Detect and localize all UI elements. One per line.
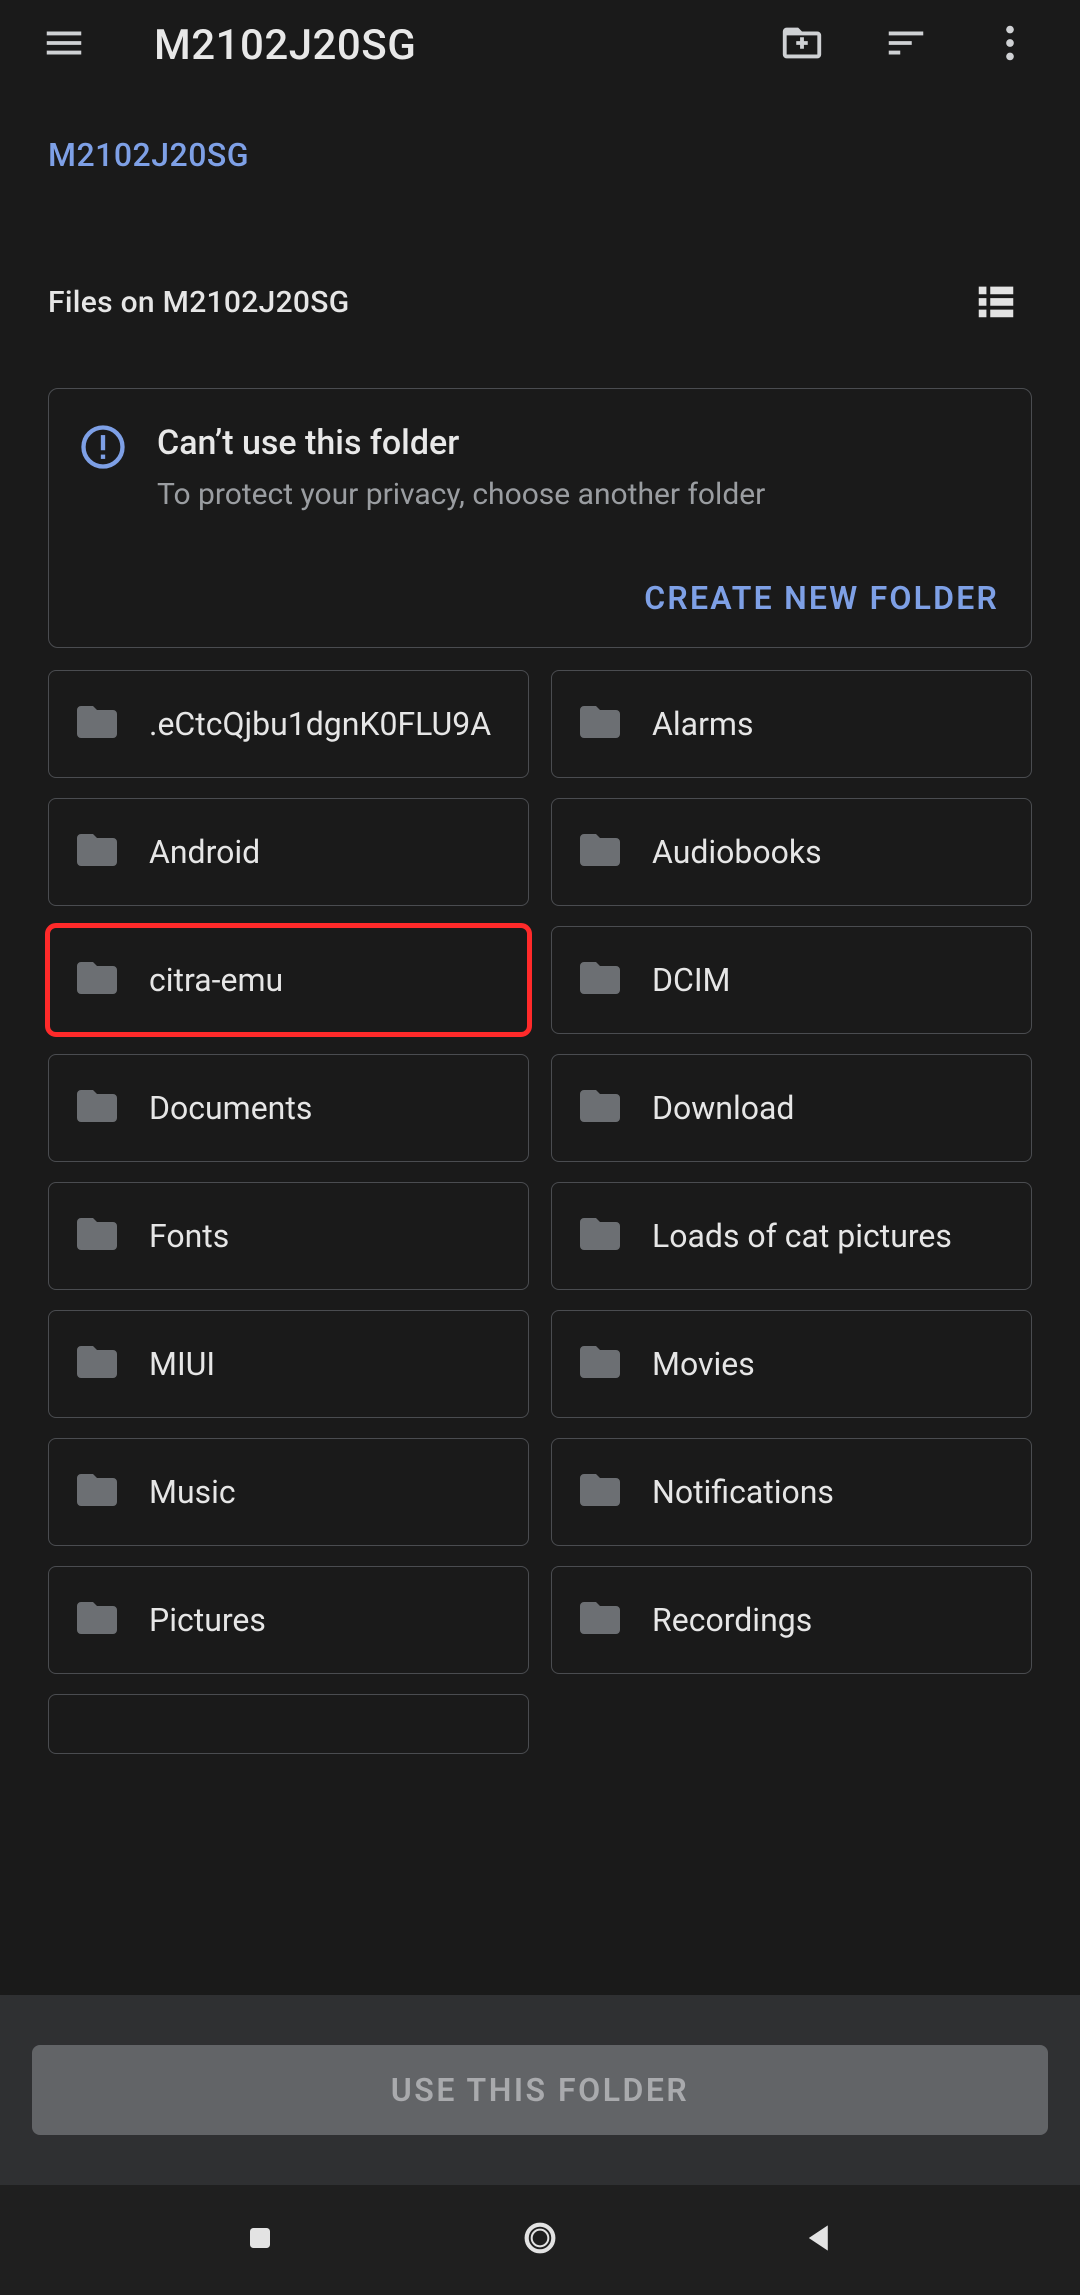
folder-name: Loads of cat pictures xyxy=(652,1217,1007,1255)
breadcrumb[interactable]: M2102J20SG xyxy=(48,136,1032,174)
folder-name: Fonts xyxy=(149,1217,504,1255)
folder-name: Recordings xyxy=(652,1601,1007,1639)
folder-name: Documents xyxy=(149,1089,504,1127)
folder-item[interactable]: Notifications xyxy=(551,1438,1032,1546)
folder-name: Download xyxy=(652,1089,1007,1127)
folder-name: .eCtcQjbu1dgnK0FLU9A xyxy=(149,705,504,743)
warning-card: Can’t use this folder To protect your pr… xyxy=(48,388,1032,648)
folder-icon xyxy=(576,1594,624,1646)
section-label: Files on M2102J20SG xyxy=(48,285,349,320)
hamburger-menu-icon xyxy=(41,20,87,70)
folder-item[interactable]: Android xyxy=(48,798,529,906)
folder-name: DCIM xyxy=(652,961,1007,999)
folder-icon xyxy=(73,826,121,878)
folder-name: Android xyxy=(149,833,504,871)
triangle-back-icon xyxy=(803,2221,837,2259)
folder-item[interactable]: DCIM xyxy=(551,926,1032,1034)
folder-item[interactable]: Download xyxy=(551,1054,1032,1162)
add-folder-icon xyxy=(779,20,825,70)
content-area: M2102J20SG Files on M2102J20SG Can’t use… xyxy=(0,90,1080,2295)
nav-home-button[interactable] xyxy=(490,2205,590,2275)
folder-name: Alarms xyxy=(652,705,1007,743)
folder-name: Music xyxy=(149,1473,504,1511)
folder-icon xyxy=(73,1594,121,1646)
folder-icon xyxy=(576,1338,624,1390)
list-view-icon xyxy=(973,277,1019,327)
folder-name: MIUI xyxy=(149,1345,504,1383)
folder-icon xyxy=(576,698,624,750)
folder-icon xyxy=(73,954,121,1006)
section-header: Files on M2102J20SG xyxy=(48,266,1032,338)
folder-icon xyxy=(73,1466,121,1518)
folder-icon xyxy=(576,954,624,1006)
folder-item[interactable]: Music xyxy=(48,1438,529,1546)
warning-title: Can’t use this folder xyxy=(157,421,1003,467)
folder-grid: .eCtcQjbu1dgnK0FLU9A Alarms Android Audiobo… xyxy=(48,670,1032,1754)
sort-button[interactable] xyxy=(870,9,942,81)
warning-subtitle: To protect your privacy, choose another … xyxy=(157,475,1003,516)
folder-icon xyxy=(73,698,121,750)
folder-name: citra-emu xyxy=(149,961,504,999)
alert-icon xyxy=(77,421,129,477)
folder-name: Pictures xyxy=(149,1601,504,1639)
folder-icon xyxy=(73,1338,121,1390)
toolbar-title: M2102J20SG xyxy=(154,21,752,70)
folder-item-partial[interactable] xyxy=(48,1694,529,1754)
toolbar-actions xyxy=(766,9,1046,81)
sort-icon xyxy=(883,20,929,70)
folder-item[interactable]: Alarms xyxy=(551,670,1032,778)
use-this-folder-button[interactable]: USE THIS FOLDER xyxy=(32,2045,1048,2135)
folder-item[interactable]: Pictures xyxy=(48,1566,529,1674)
folder-item[interactable]: MIUI xyxy=(48,1310,529,1418)
folder-name: Audiobooks xyxy=(652,833,1007,871)
folder-item[interactable]: Movies xyxy=(551,1310,1032,1418)
folder-icon xyxy=(73,1210,121,1262)
folder-icon xyxy=(576,826,624,878)
folder-name: Movies xyxy=(652,1345,1007,1383)
create-new-folder-button[interactable]: CREATE NEW FOLDER xyxy=(640,573,1003,623)
folder-icon xyxy=(576,1210,624,1262)
system-nav-bar xyxy=(0,2185,1080,2295)
folder-icon xyxy=(576,1082,624,1134)
new-folder-button[interactable] xyxy=(766,9,838,81)
folder-icon xyxy=(73,1082,121,1134)
folder-item[interactable]: Fonts xyxy=(48,1182,529,1290)
folder-item[interactable]: Audiobooks xyxy=(551,798,1032,906)
folder-item[interactable]: Documents xyxy=(48,1054,529,1162)
nav-back-button[interactable] xyxy=(770,2205,870,2275)
nav-recent-button[interactable] xyxy=(210,2205,310,2275)
folder-item[interactable]: Loads of cat pictures xyxy=(551,1182,1032,1290)
folder-item[interactable]: Recordings xyxy=(551,1566,1032,1674)
folder-item[interactable]: citra-emu xyxy=(48,926,529,1034)
square-icon xyxy=(244,2222,276,2258)
folder-name: Notifications xyxy=(652,1473,1007,1511)
folder-icon xyxy=(576,1466,624,1518)
folder-item[interactable]: .eCtcQjbu1dgnK0FLU9A xyxy=(48,670,529,778)
more-options-button[interactable] xyxy=(974,9,1046,81)
app-toolbar: M2102J20SG xyxy=(0,0,1080,90)
bottom-action-bar: USE THIS FOLDER xyxy=(0,1995,1080,2185)
circle-icon xyxy=(520,2218,560,2262)
menu-button[interactable] xyxy=(28,9,100,81)
more-vert-icon xyxy=(987,20,1033,70)
view-mode-button[interactable] xyxy=(960,266,1032,338)
